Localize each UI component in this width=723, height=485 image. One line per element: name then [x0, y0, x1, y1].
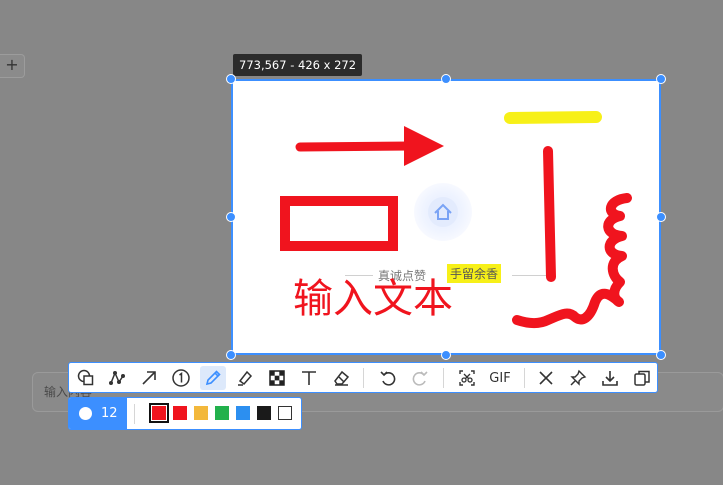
number-marker-icon: [172, 369, 190, 387]
polyline-tool-button[interactable]: [104, 366, 130, 390]
color-swatch[interactable]: [173, 406, 187, 420]
resize-handle-bottom-left[interactable]: [226, 350, 236, 360]
cancel-button[interactable]: [533, 366, 559, 390]
highlighter-icon: [238, 370, 253, 386]
gif-label: GIF: [489, 370, 511, 386]
color-swatch[interactable]: [236, 406, 250, 420]
eraser-icon: [334, 370, 350, 386]
annotation-text: 输入文本: [293, 276, 453, 322]
eraser-tool-button[interactable]: [328, 366, 354, 390]
resize-handle-top-right[interactable]: [656, 74, 666, 84]
resize-handle-bottom[interactable]: [441, 350, 451, 360]
highlighter-tool-button[interactable]: [232, 366, 258, 390]
color-swatch[interactable]: [149, 403, 169, 423]
watermark-logo: [414, 183, 472, 241]
toolbar-separator: [524, 368, 525, 388]
shape-icon: [77, 369, 94, 386]
watermark-divider-right: [512, 275, 552, 276]
redo-button[interactable]: [407, 366, 433, 390]
redo-icon: [412, 371, 428, 386]
polyline-icon: [109, 371, 125, 385]
mosaic-icon: [269, 370, 285, 386]
undo-icon: [380, 371, 396, 386]
add-button[interactable]: +: [0, 54, 25, 78]
resize-handle-top[interactable]: [441, 74, 451, 84]
close-icon: [539, 371, 553, 385]
undo-button[interactable]: [375, 366, 401, 390]
selection-size-label: 773,567 - 426 x 272: [233, 54, 363, 76]
pen-settings-bar: 12: [68, 397, 302, 430]
toolbar-separator: [363, 368, 364, 388]
pen-tool-button[interactable]: [200, 366, 226, 390]
scroll-capture-icon: [459, 370, 475, 386]
resize-handle-top-left[interactable]: [226, 74, 236, 84]
settings-separator: [134, 404, 135, 424]
pen-icon: [205, 370, 221, 386]
copy-button[interactable]: [629, 366, 655, 390]
download-button[interactable]: [597, 366, 623, 390]
mosaic-tool-button[interactable]: [264, 366, 290, 390]
text-icon: [302, 371, 316, 385]
resize-handle-left[interactable]: [226, 212, 236, 222]
stroke-size-value: 12: [101, 406, 118, 421]
watermark-highlight-text: 手留余香: [447, 264, 502, 283]
annotation-toolbar: GIF: [68, 362, 658, 393]
toolbar-separator: [443, 368, 444, 388]
arrow-icon: [142, 371, 156, 385]
color-swatch[interactable]: [194, 406, 208, 420]
pin-button[interactable]: [565, 366, 591, 390]
number-marker-tool-button[interactable]: [168, 366, 194, 390]
stroke-size-dot: [79, 407, 92, 420]
color-swatch[interactable]: [257, 406, 271, 420]
home-icon: [428, 197, 458, 227]
arrow-tool-button[interactable]: [136, 366, 162, 390]
download-icon: [602, 371, 618, 386]
color-swatch[interactable]: [278, 406, 292, 420]
gif-button[interactable]: GIF: [485, 366, 515, 390]
shape-tool-button[interactable]: [73, 366, 99, 390]
resize-handle-bottom-right[interactable]: [656, 350, 666, 360]
copy-icon: [634, 370, 650, 386]
pin-icon: [570, 369, 587, 386]
text-tool-button[interactable]: [296, 366, 322, 390]
stroke-size-selector[interactable]: 12: [69, 398, 127, 429]
color-swatch[interactable]: [215, 406, 229, 420]
scroll-capture-button[interactable]: [454, 366, 480, 390]
resize-handle-right[interactable]: [656, 212, 666, 222]
